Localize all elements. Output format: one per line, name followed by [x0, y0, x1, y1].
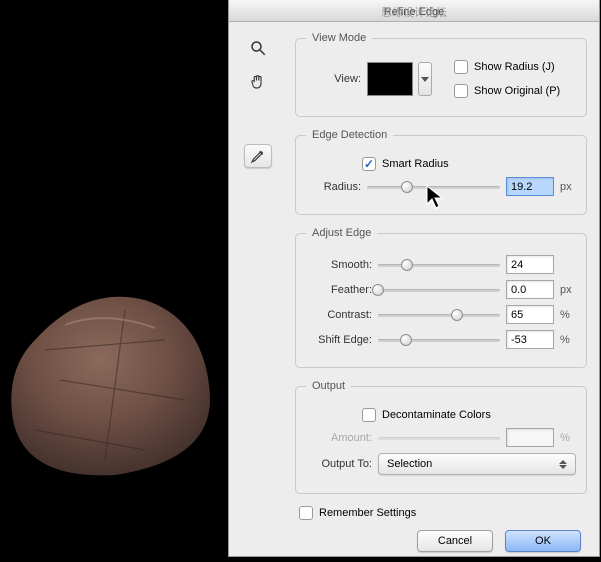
decontaminate-label: Decontaminate Colors — [382, 409, 491, 421]
smooth-input[interactable] — [506, 255, 554, 274]
refine-edge-dialog: Refine Edge 思缘设计论坛 View Mode View: — [228, 0, 600, 557]
radius-input[interactable] — [506, 177, 554, 196]
edge-detection-group: Edge Detection Smart Radius Radius: px — [295, 129, 587, 215]
contrast-unit: % — [560, 309, 576, 321]
smooth-label: Smooth: — [306, 259, 372, 271]
view-thumbnail[interactable] — [367, 62, 413, 96]
output-to-select[interactable]: Selection — [378, 453, 576, 475]
feather-slider[interactable] — [378, 283, 500, 297]
hand-tool-icon[interactable] — [246, 70, 270, 94]
edge-detection-legend: Edge Detection — [306, 129, 393, 141]
radius-label: Radius: — [306, 181, 361, 193]
contrast-input[interactable] — [506, 305, 554, 324]
amount-unit: % — [560, 432, 576, 444]
radius-unit: px — [560, 181, 576, 193]
shift-edge-unit: % — [560, 334, 576, 346]
output-group: Output Decontaminate Colors Amount: % Ou… — [295, 380, 587, 494]
output-legend: Output — [306, 380, 351, 392]
amount-slider — [378, 431, 500, 445]
smooth-slider[interactable] — [378, 258, 500, 272]
shift-edge-input[interactable] — [506, 330, 554, 349]
view-dropdown[interactable] — [418, 62, 432, 96]
shift-edge-label: Shift Edge: — [306, 334, 372, 346]
zoom-tool-icon[interactable] — [246, 36, 270, 60]
dialog-title: Refine Edge — [384, 6, 445, 18]
show-radius-checkbox[interactable] — [454, 60, 468, 74]
radius-slider[interactable] — [367, 180, 500, 194]
amount-label: Amount: — [306, 432, 372, 444]
feather-unit: px — [560, 284, 576, 296]
output-to-label: Output To: — [306, 458, 372, 470]
feather-label: Feather: — [306, 284, 372, 296]
rock-image — [5, 280, 225, 480]
chevron-down-icon — [421, 77, 429, 82]
smart-radius-checkbox[interactable] — [362, 157, 376, 171]
refine-brush-tool-icon[interactable] — [244, 144, 272, 168]
remember-settings-checkbox[interactable] — [299, 506, 313, 520]
contrast-slider[interactable] — [378, 308, 500, 322]
view-mode-group: View Mode View: Show Radius (J) Show Ori… — [295, 32, 587, 117]
output-to-value: Selection — [387, 458, 432, 470]
adjust-edge-legend: Adjust Edge — [306, 227, 377, 239]
adjust-edge-group: Adjust Edge Smooth: Feather: px Contrast… — [295, 227, 587, 368]
show-original-checkbox[interactable] — [454, 84, 468, 98]
view-label: View: — [306, 73, 361, 85]
show-radius-label: Show Radius (J) — [474, 61, 555, 73]
dialog-titlebar[interactable]: Refine Edge — [229, 0, 599, 22]
amount-input — [506, 428, 554, 447]
remember-settings-label: Remember Settings — [319, 507, 416, 519]
view-mode-legend: View Mode — [306, 32, 372, 44]
show-original-label: Show Original (P) — [474, 85, 560, 97]
tool-column — [241, 36, 275, 168]
decontaminate-checkbox[interactable] — [362, 408, 376, 422]
contrast-label: Contrast: — [306, 309, 372, 321]
ok-button[interactable]: OK — [505, 530, 581, 552]
smart-radius-label: Smart Radius — [382, 158, 449, 170]
cancel-button[interactable]: Cancel — [417, 530, 493, 552]
shift-edge-slider[interactable] — [378, 333, 500, 347]
feather-input[interactable] — [506, 280, 554, 299]
updown-icon — [559, 460, 567, 469]
